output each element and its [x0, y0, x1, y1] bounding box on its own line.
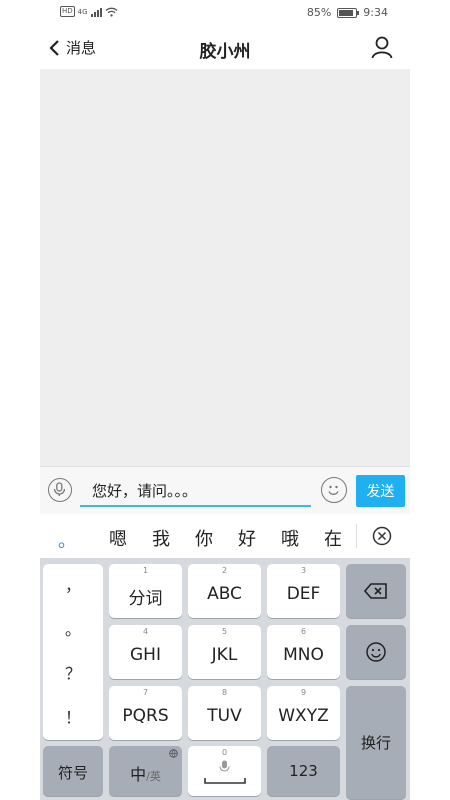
emoji-key[interactable]	[346, 625, 406, 679]
key-number: 6	[300, 627, 307, 636]
message-list[interactable]	[40, 69, 410, 466]
page-title: 胶小州	[199, 42, 251, 62]
key-label: JKL	[211, 645, 238, 665]
chat-app: HD 4G 85% 9:34 消息 胶小州 您好，请问。。。 发送 。 嗯 我 …	[40, 0, 410, 800]
key-number: 8	[221, 688, 228, 697]
key-3[interactable]: 3 DEF	[267, 564, 340, 618]
key-label: 分词	[128, 589, 163, 609]
microphone-icon	[53, 482, 66, 496]
key-label: ABC	[207, 584, 242, 604]
key-number: 0	[221, 748, 228, 757]
key-7[interactable]: 7 PQRS	[109, 686, 182, 740]
input-bar: 发送	[40, 466, 410, 515]
punct-key[interactable]: 。	[43, 616, 103, 640]
punct-key[interactable]: ？	[43, 660, 103, 684]
key-label: PQRS	[122, 706, 169, 726]
battery-icon	[337, 7, 360, 18]
voice-button[interactable]	[48, 478, 72, 502]
key-4[interactable]: 4 GHI	[109, 625, 182, 679]
backspace-key[interactable]	[346, 564, 406, 618]
keyboard: ， 。 ？ ！ 1 分词 2 ABC 3 DEF 4 GHI 5 JKL 6 M…	[40, 558, 410, 800]
key-number: 1	[142, 566, 149, 575]
network-type: 4G	[77, 7, 88, 16]
key-number: 5	[221, 627, 228, 636]
divider	[356, 524, 357, 548]
symbols-key[interactable]: 符号	[43, 746, 103, 796]
key-1[interactable]: 1 分词	[109, 564, 182, 618]
emoji-button[interactable]	[321, 477, 347, 503]
candidate-item[interactable]: 你	[195, 525, 213, 551]
battery-fill	[339, 9, 353, 16]
user-icon	[371, 36, 393, 59]
message-input[interactable]	[80, 475, 311, 507]
candidate-item[interactable]: 在	[324, 525, 342, 551]
key-2[interactable]: 2 ABC	[188, 564, 261, 618]
backspace-icon	[364, 583, 387, 599]
candidate-punct[interactable]: 。	[58, 527, 76, 553]
punct-key[interactable]: ，	[43, 572, 103, 596]
key-6[interactable]: 6 MNO	[267, 625, 340, 679]
punct-key[interactable]: ！	[43, 704, 103, 728]
wifi-icon	[105, 7, 117, 17]
symbols-label: 符号	[57, 764, 88, 782]
space-key[interactable]: 0	[188, 746, 261, 796]
language-label: 中/英	[109, 761, 182, 785]
punctuation-column[interactable]: ， 。 ？ ！	[43, 564, 103, 740]
smiley-icon	[328, 485, 339, 495]
language-sub: /英	[146, 770, 161, 783]
circle-x-icon[interactable]	[372, 526, 392, 546]
battery-percent: 85%	[306, 6, 332, 19]
key-number: 3	[300, 566, 307, 575]
key-8[interactable]: 8 TUV	[188, 686, 261, 740]
candidate-bar: 。 嗯 我 你 好 哦 在	[40, 514, 410, 558]
language-main: 中	[130, 765, 147, 784]
key-9[interactable]: 9 WXYZ	[267, 686, 340, 740]
candidate-item[interactable]: 哦	[281, 525, 299, 551]
space-bar-icon	[204, 778, 246, 784]
key-label: TUV	[207, 706, 242, 726]
status-bar: HD 4G 85% 9:34	[40, 0, 410, 26]
microphone-icon	[219, 760, 230, 772]
send-button[interactable]: 发送	[356, 475, 405, 507]
chat-header: 消息 胶小州	[40, 26, 410, 69]
key-5[interactable]: 5 JKL	[188, 625, 261, 679]
enter-label: 换行	[360, 734, 391, 752]
key-label: MNO	[283, 645, 324, 665]
clock: 9:34	[363, 6, 388, 19]
signal-icon	[90, 7, 102, 17]
smiley-icon	[366, 642, 386, 662]
key-number: 4	[142, 627, 149, 636]
hd-icon: HD	[60, 6, 75, 17]
candidate-item[interactable]: 嗯	[109, 525, 127, 551]
enter-key[interactable]: 换行	[346, 686, 406, 799]
key-number: 2	[221, 566, 228, 575]
numbers-key[interactable]: 123	[267, 746, 340, 796]
candidate-item[interactable]: 我	[152, 525, 170, 551]
candidate-item[interactable]: 好	[238, 525, 256, 551]
key-number: 7	[142, 688, 149, 697]
key-number: 9	[300, 688, 307, 697]
key-label: WXYZ	[278, 706, 329, 726]
profile-button[interactable]	[370, 35, 394, 59]
numbers-label: 123	[289, 762, 318, 780]
globe-icon	[169, 749, 178, 758]
key-label: GHI	[130, 645, 161, 665]
key-label: DEF	[286, 584, 321, 604]
language-key[interactable]: 中/英	[109, 746, 182, 796]
